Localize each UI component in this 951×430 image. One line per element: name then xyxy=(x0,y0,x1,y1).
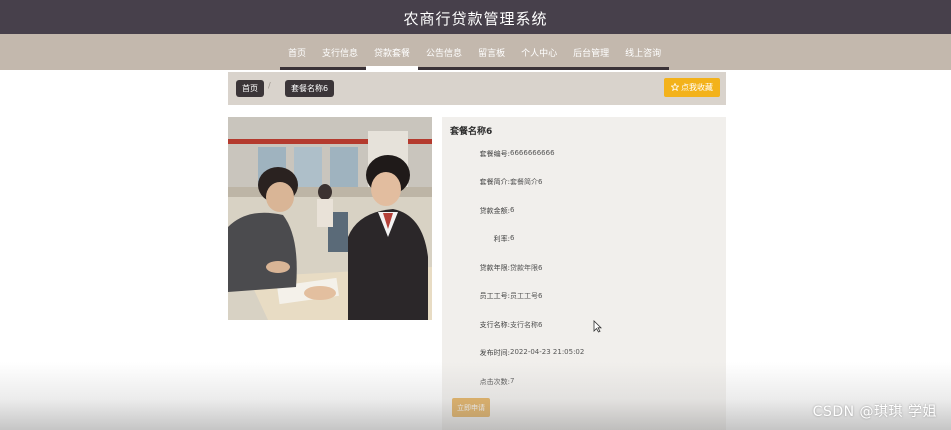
nav-item-loan-packages[interactable]: 贷款套餐 xyxy=(366,34,419,70)
nav-item-label: 个人中心 xyxy=(521,48,558,59)
field-value: 2022-04-23 21:05:02 xyxy=(510,348,585,356)
nav-underline-active xyxy=(366,66,419,70)
field-label: 贷款年限: xyxy=(479,264,510,272)
field-label: 支行名称: xyxy=(479,321,510,329)
nav-underline xyxy=(470,67,514,70)
nav-item-label: 首页 xyxy=(288,48,307,59)
detail-row-branch-name: 支行名称: 支行名称6 xyxy=(442,320,726,332)
nav-underline xyxy=(513,67,566,70)
nav-item-message-board[interactable]: 留言板 xyxy=(470,34,514,70)
star-icon xyxy=(670,81,680,93)
main-nav: 首页 支行信息 贷款套餐 公告信息 留言板 个人中心 后台管理 线上咨询 xyxy=(0,34,951,70)
nav-item-label: 线上咨询 xyxy=(625,48,662,59)
nav-item-label: 后台管理 xyxy=(573,48,610,59)
detail-row-package-number: 套餐编号: 6666666666 xyxy=(442,149,726,161)
field-value: 支行名称6 xyxy=(510,321,543,329)
nav-item-announcements[interactable]: 公告信息 xyxy=(418,34,471,70)
nav-item-personal-center[interactable]: 个人中心 xyxy=(513,34,566,70)
site-title: 农商行贷款管理系统 xyxy=(403,10,548,28)
field-value: 员工工号6 xyxy=(510,292,543,300)
detail-row-click-count: 点击次数: 7 xyxy=(442,377,726,389)
detail-row-interest-rate: 利率: 6 xyxy=(442,234,726,246)
detail-row-package-intro: 套餐简介: 套餐简介6 xyxy=(442,177,726,189)
nav-underline xyxy=(418,67,471,70)
package-detail-panel: 套餐名称6 套餐编号: 6666666666 套餐简介: 套餐简介6 贷款金额:… xyxy=(442,117,726,430)
field-value: 6666666666 xyxy=(510,149,555,157)
field-value: 套餐简介6 xyxy=(510,178,543,186)
nav-item-branch-info[interactable]: 支行信息 xyxy=(314,34,367,70)
nav-underline xyxy=(617,67,670,70)
field-label: 利率: xyxy=(493,235,510,243)
field-value: 7 xyxy=(510,377,515,385)
detail-row-staff-id: 员工工号: 员工工号6 xyxy=(442,291,726,303)
breadcrumb-current: 套餐名称6 xyxy=(285,80,335,97)
field-value: 6 xyxy=(510,206,515,214)
nav-item-label: 留言板 xyxy=(478,48,506,59)
nav-item-label: 贷款套餐 xyxy=(374,48,411,59)
field-label: 贷款金额: xyxy=(479,207,510,215)
package-photo xyxy=(228,117,432,320)
field-label: 套餐编号: xyxy=(479,150,510,158)
detail-title: 套餐名称6 xyxy=(450,127,493,137)
apply-now-button[interactable]: 立即申请 xyxy=(452,398,490,417)
breadcrumb: 首页 / 套餐名称6 点我收藏 xyxy=(228,72,726,105)
nav-item-admin[interactable]: 后台管理 xyxy=(565,34,618,70)
field-value: 6 xyxy=(510,234,515,242)
favorite-button[interactable]: 点我收藏 xyxy=(664,78,720,97)
detail-row-publish-time: 发布时间: 2022-04-23 21:05:02 xyxy=(442,348,726,360)
nav-item-home[interactable]: 首页 xyxy=(280,34,315,70)
nav-underline xyxy=(565,67,618,70)
field-label: 点击次数: xyxy=(479,378,510,386)
field-label: 发布时间: xyxy=(479,349,510,357)
field-value: 贷款年限6 xyxy=(510,264,543,272)
watermark: CSDN @琪琪 学姐 xyxy=(812,404,937,420)
nav-item-label: 支行信息 xyxy=(322,48,359,59)
favorite-label: 点我收藏 xyxy=(681,83,713,92)
nav-item-online-consult[interactable]: 线上咨询 xyxy=(617,34,670,70)
nav-item-label: 公告信息 xyxy=(426,48,463,59)
header-bar: 农商行贷款管理系统 xyxy=(0,0,951,34)
nav-underline xyxy=(314,67,367,70)
mouse-cursor-icon xyxy=(593,318,602,337)
detail-row-loan-amount: 贷款金额: 6 xyxy=(442,206,726,218)
breadcrumb-home[interactable]: 首页 xyxy=(236,80,264,97)
field-label: 员工工号: xyxy=(479,292,510,300)
breadcrumb-separator: / xyxy=(268,81,271,90)
detail-row-loan-term: 贷款年限: 贷款年限6 xyxy=(442,263,726,275)
field-label: 套餐简介: xyxy=(479,178,510,186)
nav-underline xyxy=(280,67,315,70)
